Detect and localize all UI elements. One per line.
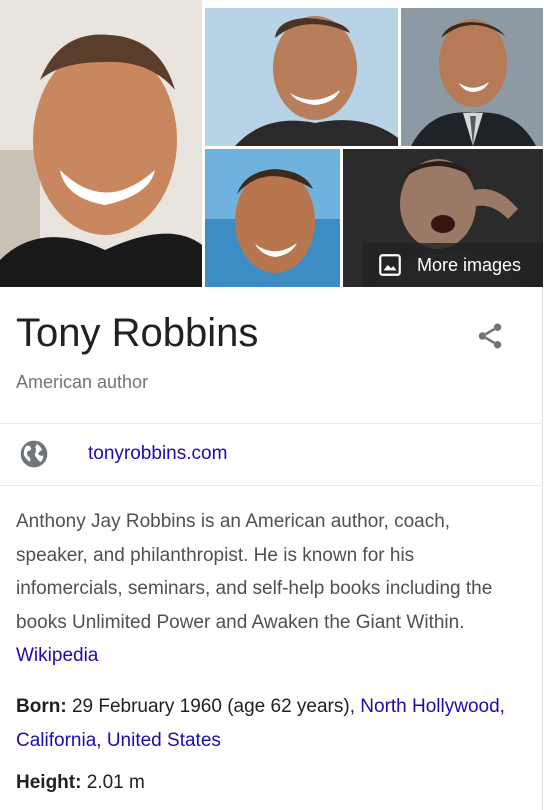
website-row[interactable]: tonyrobbins.com <box>0 424 543 485</box>
fact-born-value: 29 February 1960 (age 62 years), <box>71 696 355 717</box>
fact-height-label: Height: <box>16 772 82 793</box>
knowledge-panel: More images Tony Robbins American author… <box>0 0 543 810</box>
photo-3[interactable] <box>401 8 543 146</box>
fact-born: Born: 29 February 1960 (age 62 years), N… <box>16 690 526 757</box>
share-icon <box>478 323 502 349</box>
divider <box>0 485 543 486</box>
wikipedia-link[interactable]: Wikipedia <box>16 645 98 666</box>
entity-title: Tony Robbins <box>16 311 259 355</box>
share-button[interactable] <box>470 316 510 356</box>
entity-description: Anthony Jay Robbins is an American autho… <box>16 505 516 673</box>
photo-2[interactable] <box>205 8 398 146</box>
fact-born-label: Born: <box>16 696 67 717</box>
more-images-button[interactable]: More images <box>363 243 543 287</box>
image-collage[interactable]: More images <box>0 0 543 287</box>
country-link[interactable]: United States <box>107 730 221 751</box>
fact-height-value: 2.01 m <box>86 772 145 793</box>
description-text: Anthony Jay Robbins is an American autho… <box>16 511 493 633</box>
image-icon <box>379 254 401 276</box>
photo-4[interactable] <box>205 149 340 287</box>
fact-height: Height: 2.01 m <box>16 766 526 800</box>
photo-main[interactable] <box>0 0 202 287</box>
more-images-label: More images <box>417 254 522 275</box>
entity-subtitle: American author <box>16 372 149 392</box>
globe-icon <box>20 440 48 468</box>
website-link[interactable]: tonyrobbins.com <box>88 442 227 466</box>
